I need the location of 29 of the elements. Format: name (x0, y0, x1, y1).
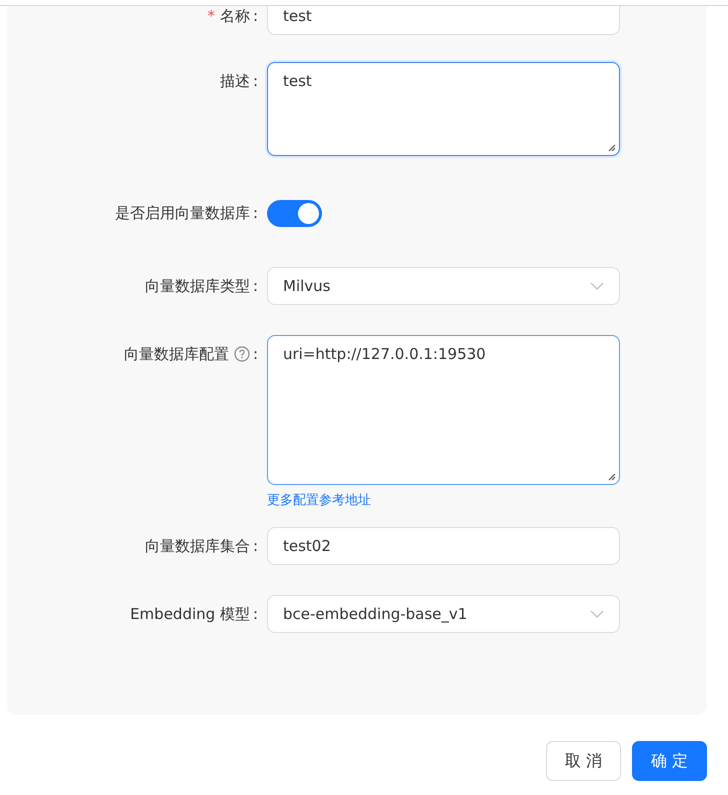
label-colon: : (252, 72, 258, 90)
text-area[interactable]: test (267, 62, 620, 156)
field-label: 向量数据库集合 (144, 536, 250, 556)
toggle-switch[interactable] (267, 200, 322, 227)
reference-link[interactable]: 更多配置参考地址 (267, 491, 371, 509)
field-label: Embedding 模型 (130, 604, 250, 624)
text-area[interactable]: uri=http://127.0.0.1:19530 (267, 335, 620, 485)
label-colon: : (252, 605, 258, 623)
resize-handle-icon[interactable] (608, 144, 616, 152)
confirm-button[interactable]: 确 定 (632, 741, 707, 781)
label-colon: : (252, 7, 258, 25)
required-mark: * (207, 7, 215, 25)
field-label: 是否启用向量数据库 (114, 204, 250, 222)
chevron-down-icon (590, 610, 604, 618)
field-label: 描述 (220, 72, 250, 90)
label-colon: : (252, 277, 258, 295)
cancel-button[interactable]: 取 消 (546, 741, 621, 781)
select-field[interactable]: Milvus (267, 267, 620, 305)
select-field[interactable]: bce-embedding-base_v1 (267, 595, 620, 633)
chevron-down-icon (590, 282, 604, 290)
label-colon: : (252, 204, 258, 222)
field-label: 向量数据库类型 (144, 276, 250, 296)
label-colon: : (252, 345, 258, 363)
resize-handle-icon[interactable] (608, 473, 616, 481)
label-colon: : (252, 537, 258, 555)
field-label: 向量数据库配置 (124, 344, 229, 364)
field-label: 名称 (220, 6, 250, 26)
text-field[interactable]: test02 (267, 527, 620, 565)
text-field[interactable]: test (267, 6, 620, 35)
